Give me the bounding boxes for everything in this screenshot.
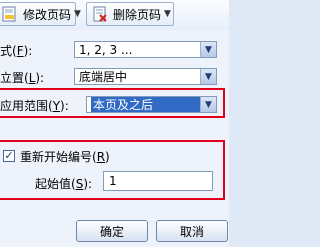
style-value: 1, 2, 3 ...	[79, 42, 133, 57]
apply-range-value: 本页及之后	[91, 97, 200, 112]
position-select[interactable]: 底端居中 ▼	[74, 68, 217, 85]
style-label: 式(F):	[0, 44, 33, 58]
chevron-down-icon[interactable]: ▼	[200, 97, 216, 112]
ok-button-label: 确定	[99, 224, 124, 239]
chevron-down-icon[interactable]: ▼	[200, 42, 216, 57]
chevron-down-icon[interactable]: ▼	[200, 69, 216, 84]
style-select[interactable]: 1, 2, 3 ... ▼	[74, 41, 217, 58]
apply-range-label: 应用范围(Y):	[0, 99, 69, 113]
cancel-button-label: 取消	[179, 224, 204, 239]
modify-page-number-label: 修改页码	[23, 7, 72, 22]
ok-button[interactable]: 确定	[76, 220, 148, 242]
cancel-button[interactable]: 取消	[156, 220, 228, 242]
delete-page-number-icon	[91, 5, 109, 23]
delete-page-number-button[interactable]: 删除页码 ▼	[86, 2, 174, 26]
chevron-down-icon: ▼	[74, 9, 81, 19]
delete-page-number-label: 删除页码	[113, 7, 162, 22]
page-number-icon	[1, 5, 19, 23]
toolbar: 修改页码 ▼ 删除页码 ▼	[0, 0, 229, 31]
modify-page-number-button[interactable]: 修改页码 ▼	[0, 2, 81, 26]
position-value: 底端居中	[79, 70, 128, 84]
position-label: 立置(L):	[0, 71, 45, 85]
restart-numbering-checkbox[interactable]: ✓	[3, 150, 15, 162]
page-number-dialog	[0, 30, 229, 247]
start-value-label: 起始值(S):	[35, 177, 93, 191]
start-value-input[interactable]: 1	[103, 171, 213, 191]
chevron-down-icon: ▼	[164, 9, 171, 19]
restart-numbering-label: 重新开始编号(R)	[20, 150, 110, 164]
apply-range-select[interactable]: 本页及之后 ▼	[86, 96, 217, 113]
start-value-text: 1	[109, 174, 117, 188]
